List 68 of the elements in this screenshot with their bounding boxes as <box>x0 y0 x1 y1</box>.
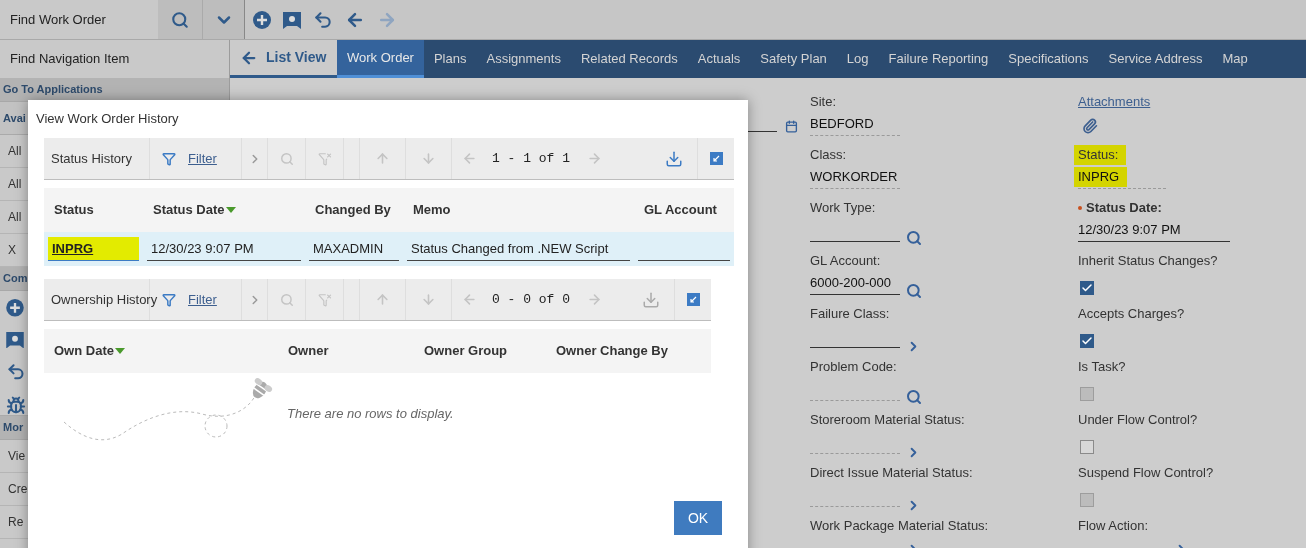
column-header[interactable]: Owner Change By <box>556 341 668 361</box>
table-cell: MAXADMIN <box>309 237 399 261</box>
tab[interactable]: Assignments <box>476 40 571 78</box>
column-header[interactable]: Memo <box>413 200 451 220</box>
tab[interactable]: Plans <box>423 40 477 78</box>
sidebar-item[interactable]: All <box>8 175 22 193</box>
attachments-link[interactable]: Attachments <box>1078 92 1151 112</box>
sidebar-item[interactable]: All <box>8 208 22 226</box>
field-label: Suspend Flow Control? <box>1078 464 1215 482</box>
field-label: Storeroom Material Status: <box>810 411 965 429</box>
input-field[interactable]: 12/30/23 9:07 PM <box>1078 219 1230 242</box>
field-label: Inherit Status Changes? <box>1078 252 1219 270</box>
tab[interactable]: Map <box>1212 40 1258 78</box>
field-label: Failure Class: <box>810 305 890 323</box>
field-label: GL Account: <box>810 252 881 270</box>
record-count: 0 - 0 of 0 <box>491 290 571 309</box>
tab[interactable]: Failure Reporting <box>878 40 999 78</box>
sidebar-item[interactable]: Vie <box>8 447 26 465</box>
field-label: Under Flow Control? <box>1078 411 1199 429</box>
tab[interactable]: Safety Plan <box>750 40 837 78</box>
field-label: Work Type: <box>810 199 876 217</box>
tab[interactable]: Specifications <box>998 40 1099 78</box>
field-label: Work Package Material Status: <box>810 517 989 535</box>
field-value: BEDFORD <box>810 113 900 136</box>
column-header[interactable]: Owner Group <box>424 341 508 361</box>
column-header[interactable]: Own Date <box>54 341 125 361</box>
field-label: Problem Code: <box>810 358 897 376</box>
filter-link[interactable]: Filter <box>188 148 217 169</box>
navigation-search-field[interactable]: Find Navigation Item <box>0 40 229 78</box>
field-label: Direct Issue Material Status: <box>810 464 973 482</box>
column-header[interactable]: Owner <box>288 341 329 361</box>
table-title: Status History <box>51 149 132 168</box>
field-label: Status: <box>1078 146 1119 164</box>
sidebar-item[interactable]: Re <box>8 513 24 531</box>
sidebar-heading: Go To Applications <box>3 82 103 98</box>
table-title: Ownership History <box>51 290 158 309</box>
sidebar-heading: Avai <box>3 110 26 126</box>
filter-link[interactable]: Filter <box>188 289 217 310</box>
input-field[interactable]: 6000-200-000 <box>810 272 900 295</box>
sidebar-item[interactable]: All <box>8 142 22 160</box>
sidebar-item[interactable]: Cre <box>8 480 28 498</box>
sidebar-heading: Mor <box>3 420 24 436</box>
ok-button[interactable]: OK <box>674 501 722 535</box>
sidebar-item[interactable]: X <box>8 241 16 259</box>
column-header[interactable]: Status Date <box>153 200 236 220</box>
record-count: 1 - 1 of 1 <box>491 149 571 168</box>
list-view-link[interactable]: List View <box>230 40 337 78</box>
column-header[interactable]: Changed By <box>315 200 391 220</box>
column-header[interactable]: Status <box>54 200 94 220</box>
tab[interactable]: Actuals <box>687 40 751 78</box>
empty-message: There are no rows to display. <box>287 405 454 423</box>
table-cell: INPRG <box>48 237 139 261</box>
column-header[interactable]: GL Account <box>644 200 717 220</box>
field-label: Site: <box>810 93 836 111</box>
field-label: Flow Action: <box>1078 517 1149 535</box>
table-cell: 12/30/23 9:07 PM <box>147 237 301 261</box>
field-label: Status Date: <box>1078 198 1162 218</box>
field-label: Class: <box>810 146 847 164</box>
field-label: Is Task? <box>1078 358 1127 376</box>
sidebar-heading: Com <box>3 271 28 287</box>
dialog-title: View Work Order History <box>36 110 179 129</box>
field-value: WORKORDER <box>810 166 900 189</box>
tab[interactable]: Log <box>836 40 879 78</box>
tab[interactable]: Related Records <box>570 40 688 78</box>
table-cell: Status Changed from .NEW Script <box>407 237 630 261</box>
tab[interactable]: Work Order <box>337 40 424 78</box>
tab[interactable]: Service Address <box>1098 40 1213 78</box>
field-label: Accepts Charges? <box>1078 305 1186 323</box>
